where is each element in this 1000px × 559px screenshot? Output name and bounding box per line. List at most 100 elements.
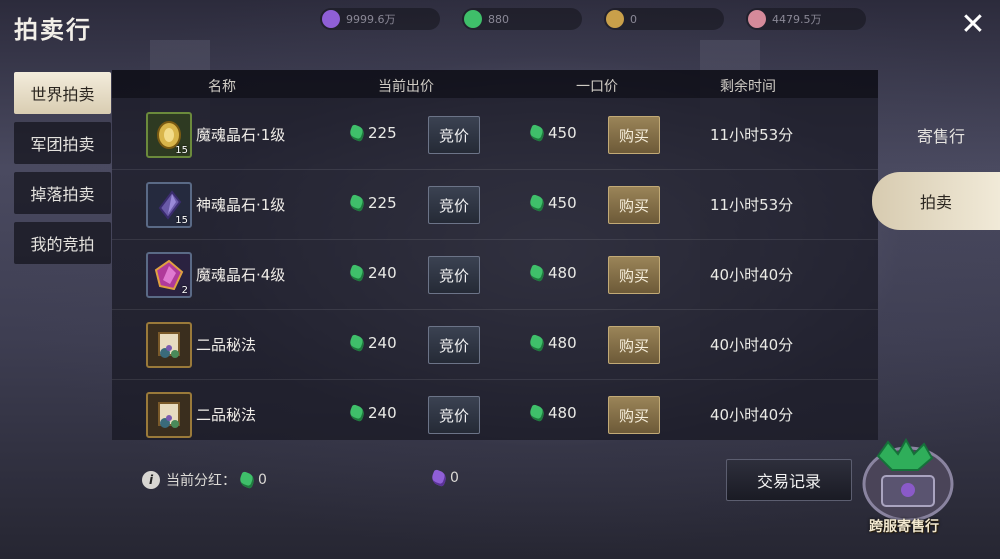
current-bid: 240	[348, 264, 397, 282]
item-slot[interactable]	[146, 392, 192, 438]
buyout-price: 450	[528, 194, 577, 212]
green-gem-icon	[348, 404, 366, 422]
tab-consignment[interactable]: 寄售行	[882, 106, 1000, 164]
bid-button[interactable]: 竞价	[428, 116, 480, 154]
table-row[interactable]: 二品秘法 240 竞价 480 购买 40小时40分	[112, 380, 878, 450]
bid-button[interactable]: 竞价	[428, 186, 480, 224]
currency-gold: 0	[604, 8, 724, 30]
item-count: 15	[175, 145, 188, 156]
close-icon[interactable]: ✕	[958, 10, 988, 40]
buyout-value: 480	[548, 404, 577, 422]
purple-gem-icon	[322, 10, 340, 28]
bid-button[interactable]: 竞价	[428, 326, 480, 364]
green-gem-icon	[528, 334, 546, 352]
item-slot[interactable]	[146, 322, 192, 368]
table-row[interactable]: 15 魔魂晶石·1级 225 竞价 450 购买 11小时53分	[112, 100, 878, 170]
buy-button[interactable]: 购买	[608, 396, 660, 434]
green-gem-icon	[238, 471, 256, 489]
scroll-icon	[158, 332, 180, 358]
treasure-chest-icon	[862, 437, 954, 522]
tab-auction[interactable]: 拍卖	[872, 172, 1000, 230]
time-remaining: 40小时40分	[710, 406, 794, 424]
currency-value: 880	[488, 12, 509, 26]
dividend-label: 当前分红：	[166, 473, 236, 489]
auction-table: 名称 当前出价 一口价 剩余时间 15 魔魂晶石·1级 225 竞价 450 购…	[112, 70, 878, 440]
table-row[interactable]: 二品秘法 240 竞价 480 购买 40小时40分	[112, 310, 878, 380]
item-name: 魔魂晶石·4级	[196, 266, 286, 284]
green-gem-icon	[528, 264, 546, 282]
bid-button[interactable]: 竞价	[428, 256, 480, 294]
gold-coin-icon	[606, 10, 624, 28]
item-count: 15	[175, 215, 188, 226]
green-gem-icon	[528, 124, 546, 142]
page-title: 拍卖行	[14, 16, 92, 44]
green-gem-icon	[348, 194, 366, 212]
buyout-value: 450	[548, 194, 577, 212]
green-gem-icon	[464, 10, 482, 28]
current-bid: 240	[348, 404, 397, 422]
buy-button[interactable]: 购买	[608, 116, 660, 154]
item-slot[interactable]: 15	[146, 112, 192, 158]
table-row[interactable]: 15 神魂晶石·1级 225 竞价 450 购买 11小时53分	[112, 170, 878, 240]
tab-legion-auction[interactable]: 军团拍卖	[14, 122, 111, 164]
currency-pink: 4479.5万	[746, 8, 866, 30]
cross-server-label: 跨服寄售行	[869, 519, 939, 535]
green-gem-icon	[348, 334, 366, 352]
currency-bar: 9999.6万 880 0 4479.5万	[320, 8, 866, 30]
buy-button[interactable]: 购买	[608, 186, 660, 224]
scroll-icon	[158, 402, 180, 428]
time-remaining: 11小时53分	[710, 196, 794, 214]
item-slot[interactable]: 15	[146, 182, 192, 228]
table-row[interactable]: 2 魔魂晶石·4级 240 竞价 480 购买 40小时40分	[112, 240, 878, 310]
dividend-info: i 当前分红： 0	[142, 470, 267, 490]
green-gem-icon	[348, 264, 366, 282]
bid-value: 225	[368, 124, 397, 142]
cross-server-consignment-button[interactable]: 跨服寄售行	[848, 436, 960, 540]
time-remaining: 40小时40分	[710, 336, 794, 354]
green-gem-icon	[348, 124, 366, 142]
item-slot[interactable]: 2	[146, 252, 192, 298]
bid-value: 240	[368, 334, 397, 352]
bid-value: 240	[368, 264, 397, 282]
time-remaining: 40小时40分	[710, 266, 794, 284]
item-count: 2	[181, 285, 188, 296]
dividend-purple-value: 0	[450, 470, 459, 486]
current-bid: 225	[348, 194, 397, 212]
buyout-price: 480	[528, 404, 577, 422]
header-bid: 当前出价	[378, 79, 434, 95]
buyout-value: 480	[548, 264, 577, 282]
currency-value: 9999.6万	[346, 13, 396, 26]
tab-my-bids[interactable]: 我的竞拍	[14, 222, 111, 264]
current-bid: 225	[348, 124, 397, 142]
bid-value: 225	[368, 194, 397, 212]
bid-value: 240	[368, 404, 397, 422]
currency-value: 4479.5万	[772, 13, 822, 26]
item-name: 魔魂晶石·1级	[196, 126, 286, 144]
info-icon[interactable]: i	[142, 471, 160, 489]
buy-button[interactable]: 购买	[608, 256, 660, 294]
table-header: 名称 当前出价 一口价 剩余时间	[112, 70, 878, 98]
trade-history-button[interactable]: 交易记录	[726, 459, 852, 501]
purple-gem-icon	[430, 469, 448, 487]
item-name: 神魂晶石·1级	[196, 196, 286, 214]
time-remaining: 11小时53分	[710, 126, 794, 144]
currency-green: 880	[462, 8, 582, 30]
item-name: 二品秘法	[196, 406, 257, 424]
currency-purple: 9999.6万	[320, 8, 440, 30]
buy-button[interactable]: 购买	[608, 326, 660, 364]
currency-value: 0	[630, 12, 637, 26]
green-gem-icon	[528, 194, 546, 212]
pink-orb-icon	[748, 10, 766, 28]
tab-drop-auction[interactable]: 掉落拍卖	[14, 172, 111, 214]
bid-button[interactable]: 竞价	[428, 396, 480, 434]
magenta-crystal-icon	[154, 260, 184, 290]
dividend-green-value: 0	[258, 472, 267, 488]
green-gem-icon	[528, 404, 546, 422]
tab-world-auction[interactable]: 世界拍卖	[14, 72, 111, 114]
header-time: 剩余时间	[720, 79, 776, 95]
buyout-price: 480	[528, 264, 577, 282]
buyout-value: 450	[548, 124, 577, 142]
left-tab-list: 世界拍卖 军团拍卖 掉落拍卖 我的竞拍	[14, 72, 111, 264]
header-name: 名称	[208, 79, 236, 95]
buyout-price: 480	[528, 334, 577, 352]
